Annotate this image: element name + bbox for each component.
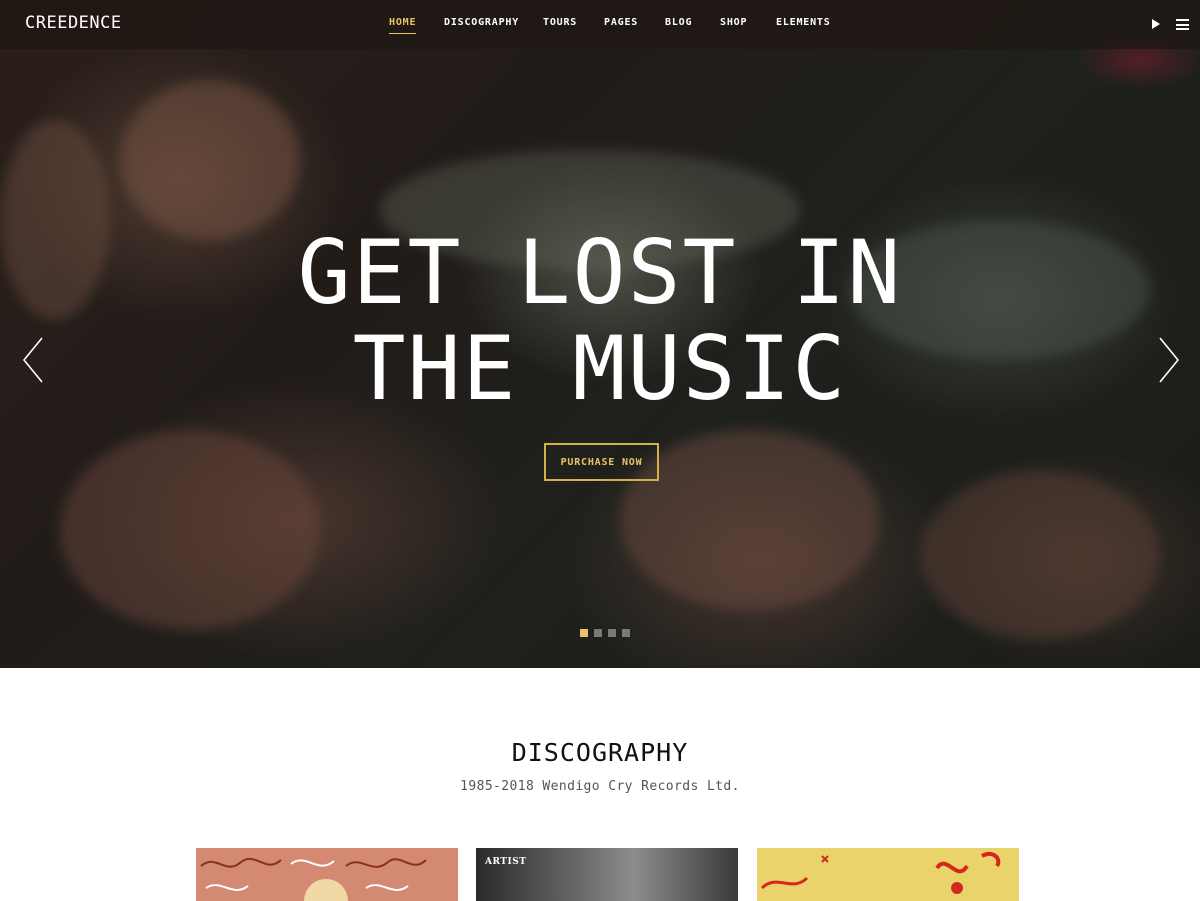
hero-headline-line-2: THE MUSIC: [352, 317, 848, 420]
chevron-right-icon[interactable]: [1156, 336, 1182, 384]
album-art-pattern: [760, 851, 1001, 894]
album-cover-3[interactable]: [757, 848, 1019, 901]
chevron-left-icon[interactable]: [20, 336, 46, 384]
album-art-pattern: [200, 857, 427, 901]
nav-item-discography[interactable]: DISCOGRAPHY: [444, 17, 519, 28]
slider-dot-1[interactable]: [580, 629, 588, 637]
nav-item-blog[interactable]: BLOG: [665, 17, 692, 28]
discography-subtitle: 1985-2018 Wendigo Cry Records Ltd.: [460, 779, 740, 794]
slider-dot-2[interactable]: [594, 629, 602, 637]
hero-slider: CREEDENCE HOME DISCOGRAPHY TOURS PAGES B…: [0, 0, 1200, 668]
nav-item-shop[interactable]: SHOP: [720, 17, 747, 28]
nav-item-home[interactable]: HOME: [389, 17, 417, 34]
album-label-artist: ARTIST: [485, 857, 527, 867]
slider-dot-3[interactable]: [608, 629, 616, 637]
nav-item-pages[interactable]: PAGES: [604, 17, 638, 28]
play-icon[interactable]: [1152, 19, 1160, 29]
main-nav: HOME DISCOGRAPHY TOURS PAGES BLOG SHOP E…: [0, 17, 1200, 34]
album-cover-2[interactable]: ARTIST: [476, 848, 738, 901]
discography-title: DISCOGRAPHY: [511, 738, 689, 767]
purchase-now-button[interactable]: PURCHASE NOW: [544, 443, 659, 481]
slider-pagination: [580, 629, 632, 637]
nav-item-elements[interactable]: ELEMENTS: [776, 17, 831, 28]
nav-item-tours[interactable]: TOURS: [543, 17, 577, 28]
hamburger-menu-icon[interactable]: [1176, 19, 1189, 30]
hero-headline: GET LOST IN THE MUSIC: [200, 225, 1000, 417]
hero-headline-line-1: GET LOST IN: [297, 221, 903, 324]
album-cover-1[interactable]: [196, 848, 458, 901]
slider-dot-4[interactable]: [622, 629, 630, 637]
top-navbar: CREEDENCE HOME DISCOGRAPHY TOURS PAGES B…: [0, 0, 1200, 49]
